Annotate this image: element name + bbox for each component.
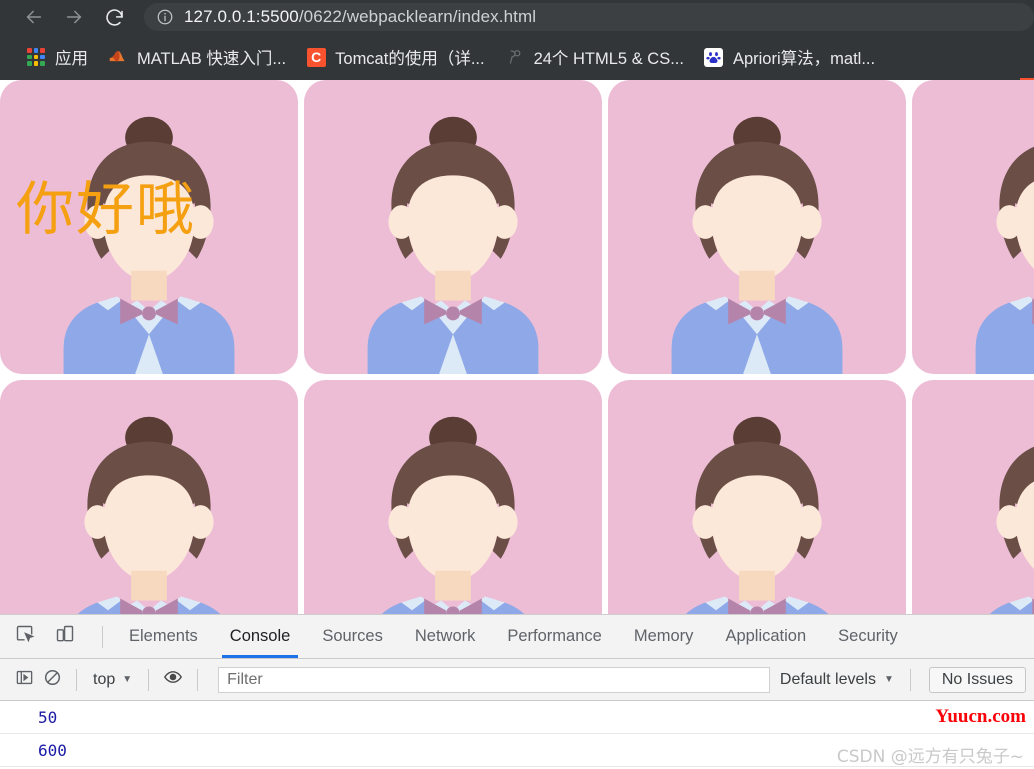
execution-context-dropdown[interactable]: top ▼ bbox=[87, 671, 138, 689]
tab-console[interactable]: Console bbox=[214, 615, 307, 658]
devtools-tabbar: Elements Console Sources Network Performance… bbox=[0, 615, 1034, 659]
greeting-text: 你好哦 bbox=[16, 175, 197, 243]
tab-memory[interactable]: Memory bbox=[618, 615, 710, 658]
avatar-illustration bbox=[608, 80, 906, 374]
console-filter-input[interactable]: Filter bbox=[218, 666, 770, 693]
device-toolbar-icon bbox=[55, 624, 75, 649]
avatar-tile bbox=[0, 380, 298, 614]
execution-context-value: top bbox=[93, 670, 116, 688]
tab-label: Network bbox=[414, 627, 476, 645]
console-message-row: 50 bbox=[0, 701, 1034, 734]
avatar-illustration bbox=[304, 80, 602, 374]
url-path: /0622/webpacklearn/index.html bbox=[298, 7, 537, 26]
clear-console-icon bbox=[43, 668, 62, 692]
console-sidebar-button[interactable] bbox=[10, 667, 38, 693]
bookmark-tomcat[interactable]: C Tomcat的使用（详... bbox=[296, 41, 494, 73]
bookmark-label: Apriori算法，matl... bbox=[732, 50, 876, 68]
avatar-tile bbox=[608, 380, 906, 614]
console-message-value: 50 bbox=[38, 707, 58, 727]
avatar-tile bbox=[608, 80, 906, 374]
bookmark-matlab[interactable]: MATLAB 快速入门... bbox=[98, 41, 296, 73]
avatar-illustration bbox=[304, 380, 602, 614]
avatar-tile bbox=[304, 380, 602, 614]
arrow-right-icon bbox=[63, 6, 85, 28]
console-sidebar-icon bbox=[15, 668, 34, 692]
log-levels-dropdown[interactable]: Default levels ▼ bbox=[780, 671, 900, 689]
arrow-left-icon bbox=[23, 6, 45, 28]
filterbar-divider-2 bbox=[148, 668, 150, 691]
console-filter-bar: top ▼ Filter Default levels ▼ No Issues bbox=[0, 659, 1034, 701]
tab-label: Sources bbox=[322, 627, 383, 645]
tab-performance[interactable]: Performance bbox=[491, 615, 617, 658]
matlab-icon bbox=[108, 47, 128, 67]
tab-application[interactable]: Application bbox=[709, 615, 822, 658]
chevron-down-icon: ▼ bbox=[122, 674, 133, 685]
inspect-element-icon bbox=[15, 624, 35, 649]
avatar-tile bbox=[912, 380, 1034, 614]
tab-security[interactable]: Security bbox=[822, 615, 914, 658]
address-bar[interactable]: 127.0.0.1:5500/0622/webpacklearn/index.h… bbox=[144, 3, 1034, 31]
navigation-bar: 127.0.0.1:5500/0622/webpacklearn/index.h… bbox=[0, 0, 1034, 34]
live-expression-icon bbox=[163, 667, 183, 692]
tab-network[interactable]: Network bbox=[399, 615, 492, 658]
browser-chrome: 127.0.0.1:5500/0622/webpacklearn/index.h… bbox=[0, 0, 1034, 80]
bookmark-label: 应用 bbox=[55, 50, 88, 68]
tab-label: Memory bbox=[633, 627, 694, 645]
devtools-tool-icons bbox=[0, 615, 113, 658]
bookmark-label: 24个 HTML5 & CS... bbox=[533, 50, 684, 68]
console-message-value: 600 bbox=[38, 740, 67, 760]
chevron-down-icon: ▼ bbox=[883, 674, 894, 685]
reload-button[interactable] bbox=[94, 3, 134, 31]
page-viewport: 你好哦 bbox=[0, 80, 1034, 614]
avatar-tile bbox=[304, 80, 602, 374]
tab-sources[interactable]: Sources bbox=[306, 615, 399, 658]
no-issues-button[interactable]: No Issues bbox=[928, 666, 1026, 693]
avatar-illustration bbox=[912, 380, 1034, 614]
filterbar-divider-1 bbox=[76, 668, 77, 691]
bookmark-label: Tomcat的使用（详... bbox=[335, 50, 485, 68]
avatar-illustration bbox=[912, 80, 1034, 374]
baidu-icon bbox=[704, 47, 724, 67]
avatar-tile bbox=[912, 80, 1034, 374]
toolbar-divider bbox=[102, 625, 103, 648]
avatar-grid bbox=[0, 80, 1034, 614]
tomcat-icon: C bbox=[306, 47, 326, 67]
filterbar-divider-4 bbox=[909, 668, 911, 691]
tab-label: Console bbox=[229, 627, 291, 645]
filter-placeholder: Filter bbox=[227, 670, 263, 688]
tab-label: Application bbox=[725, 627, 807, 645]
url-host: 127.0.0.1:5500 bbox=[184, 7, 299, 26]
clear-console-button[interactable] bbox=[38, 667, 66, 693]
tab-label: Performance bbox=[507, 627, 602, 645]
devtools-tabs: Elements Console Sources Network Performance… bbox=[113, 615, 1034, 658]
live-expression-button[interactable] bbox=[159, 667, 187, 693]
tab-elements[interactable]: Elements bbox=[113, 615, 214, 658]
bookmarks-bar: 应用 MATLAB 快速入门... C Tomcat的使用（详... 24个 H… bbox=[0, 34, 1034, 80]
tab-label: Security bbox=[838, 627, 898, 645]
avatar-illustration bbox=[608, 380, 906, 614]
tab-label: Elements bbox=[129, 627, 198, 645]
generic-bookmark-icon bbox=[505, 47, 525, 67]
apps-grid-icon bbox=[26, 47, 46, 67]
bookmark-apriori[interactable]: Apriori算法，matl... bbox=[694, 41, 885, 73]
avatar-illustration bbox=[0, 380, 298, 614]
device-toolbar-button[interactable] bbox=[52, 624, 78, 650]
bookmark-html5css[interactable]: 24个 HTML5 & CS... bbox=[495, 41, 694, 73]
url-text: 127.0.0.1:5500/0622/webpacklearn/index.h… bbox=[184, 7, 536, 27]
forward-button[interactable] bbox=[54, 3, 94, 31]
reload-icon bbox=[104, 7, 125, 28]
log-levels-value: Default levels bbox=[779, 670, 876, 688]
inspect-element-button[interactable] bbox=[12, 624, 38, 650]
bookmark-label: MATLAB 快速入门... bbox=[137, 50, 287, 68]
watermark-csdn: CSDN @远方有只兔子~ bbox=[836, 747, 1024, 767]
watermark-yuucn: Yuucn.com bbox=[935, 706, 1026, 727]
bookmark-apps[interactable]: 应用 bbox=[16, 41, 98, 73]
info-circle-icon[interactable] bbox=[156, 8, 174, 26]
back-button[interactable] bbox=[14, 3, 54, 31]
filterbar-divider-3 bbox=[197, 668, 199, 691]
